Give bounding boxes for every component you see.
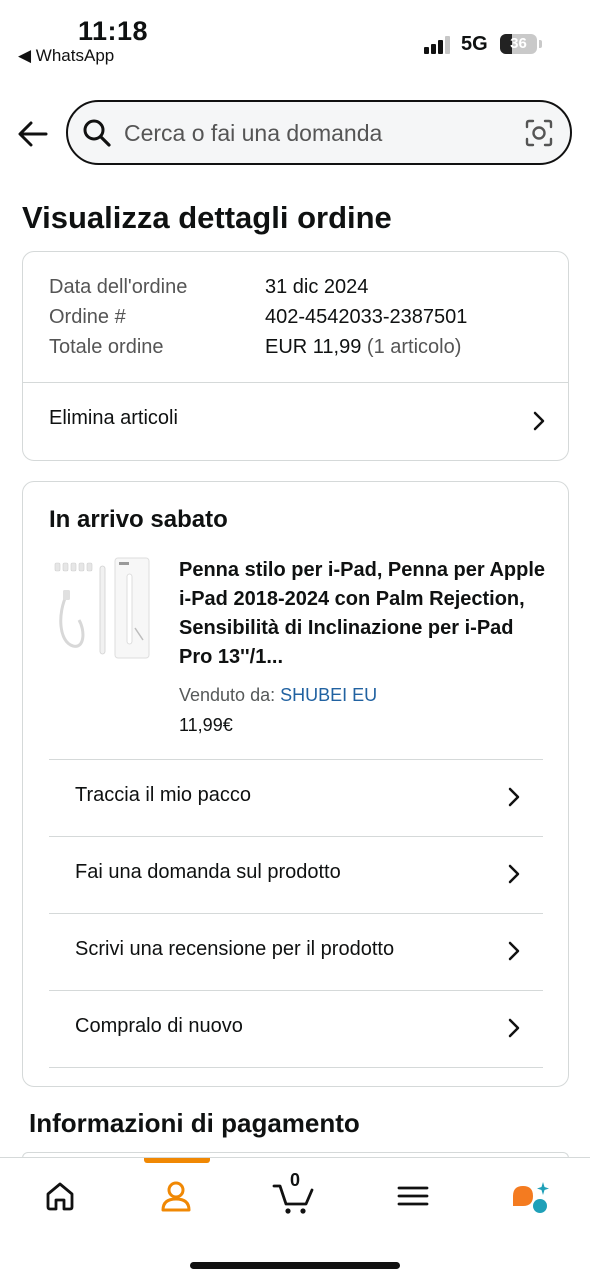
cart-count: 0 xyxy=(290,1170,301,1190)
shipment-card: In arrivo sabato Penna stilo per i-Pad, … xyxy=(22,481,569,1087)
product-price: 11,99€ xyxy=(179,715,233,735)
signal-icon xyxy=(424,36,454,54)
divider xyxy=(49,1067,543,1068)
sold-by: Venduto da: SHUBEI EU xyxy=(179,685,377,706)
sold-by-label: Venduto da: xyxy=(179,685,276,705)
chevron-right-icon xyxy=(533,411,545,431)
menu-icon[interactable] xyxy=(393,1176,433,1216)
home-indicator xyxy=(190,1262,400,1269)
back-arrow-icon[interactable] xyxy=(16,117,50,151)
ask-question-row[interactable]: Fai una domanda sul prodotto xyxy=(49,837,543,913)
delete-items-row[interactable]: Elimina articoli xyxy=(23,383,568,460)
write-review-label: Scrivi una recensione per il prodotto xyxy=(75,938,395,960)
buy-again-row[interactable]: Compralo di nuovo xyxy=(49,991,543,1067)
chevron-right-icon xyxy=(508,941,520,961)
write-review-row[interactable]: Scrivi una recensione per il prodotto xyxy=(49,914,543,990)
battery-level: 36 xyxy=(510,35,527,52)
battery-icon: 36 xyxy=(500,34,537,54)
order-number-value: 402-4542033-2387501 xyxy=(265,306,468,328)
product-title[interactable]: Penna stilo per i-Pad, Penna per Apple i… xyxy=(179,556,549,672)
track-package-row[interactable]: Traccia il mio pacco xyxy=(49,760,543,836)
order-date-value: 31 dic 2024 xyxy=(265,276,369,298)
ask-question-label: Fai una domanda sul prodotto xyxy=(75,861,341,883)
order-total-value-group: EUR 11,99 (1 articolo) xyxy=(265,336,461,359)
order-summary-card: Data dell'ordine 31 dic 2024 Ordine # 40… xyxy=(22,251,569,461)
status-bar: 11:18 ◀ WhatsApp 5G 36 xyxy=(0,0,590,80)
search-placeholder: Cerca o fai una domanda xyxy=(124,120,383,146)
page-title: Visualizza dettagli ordine xyxy=(22,200,392,235)
chevron-right-icon xyxy=(508,787,520,807)
payment-info-title: Informazioni di pagamento xyxy=(29,1108,360,1138)
product-image[interactable] xyxy=(49,554,153,664)
home-icon[interactable] xyxy=(40,1176,80,1216)
battery-tip xyxy=(539,40,542,48)
order-date-label: Data dell'ordine xyxy=(49,276,188,298)
order-number-label: Ordine # xyxy=(49,306,126,328)
track-package-label: Traccia il mio pacco xyxy=(75,784,251,806)
order-total-value: EUR 11,99 xyxy=(265,336,362,358)
delivery-status-title: In arrivo sabato xyxy=(49,506,228,533)
delete-items-label: Elimina articoli xyxy=(49,407,178,429)
active-tab-indicator xyxy=(144,1158,210,1163)
status-time: 11:18 xyxy=(78,16,149,46)
back-to-app-link[interactable]: ◀ WhatsApp xyxy=(18,46,114,66)
order-total-label: Totale ordine xyxy=(49,336,164,358)
rufus-assistant-icon[interactable] xyxy=(510,1176,552,1216)
chevron-right-icon xyxy=(508,864,520,884)
network-type: 5G xyxy=(461,33,488,55)
search-icon xyxy=(83,119,111,147)
camera-icon[interactable] xyxy=(524,118,554,148)
account-icon[interactable] xyxy=(156,1176,196,1216)
order-total-items: (1 articolo) xyxy=(366,336,462,358)
chevron-right-icon xyxy=(508,1018,520,1038)
search-input[interactable]: Cerca o fai una domanda xyxy=(66,100,572,165)
buy-again-label: Compralo di nuovo xyxy=(75,1015,243,1037)
seller-link[interactable]: SHUBEI EU xyxy=(280,685,377,705)
